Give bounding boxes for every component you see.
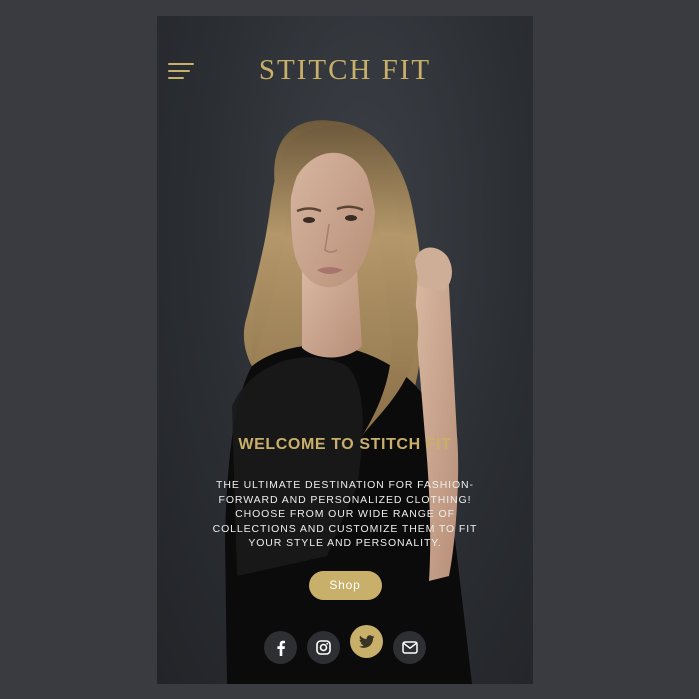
phone-screen: STITCH FIT WELCOME TO STITCH FIT The ult… [157, 16, 533, 684]
brand-title: STITCH FIT [258, 54, 432, 86]
twitter-icon [358, 634, 375, 649]
mail-button[interactable] [393, 631, 426, 664]
instagram-icon [316, 640, 331, 655]
shop-button[interactable]: Shop [308, 570, 382, 600]
hero-description: The ultimate destination for fashion-for… [212, 479, 478, 550]
welcome-title: WELCOME TO STITCH FIT [238, 436, 452, 453]
instagram-button[interactable] [307, 631, 340, 664]
hero-content: WELCOME TO STITCH FIT The ultimate desti… [157, 436, 533, 600]
mail-icon [401, 641, 418, 654]
facebook-icon [274, 640, 288, 656]
facebook-button[interactable] [264, 631, 297, 664]
twitter-button[interactable] [350, 625, 383, 658]
app-header: STITCH FIT [157, 16, 533, 126]
